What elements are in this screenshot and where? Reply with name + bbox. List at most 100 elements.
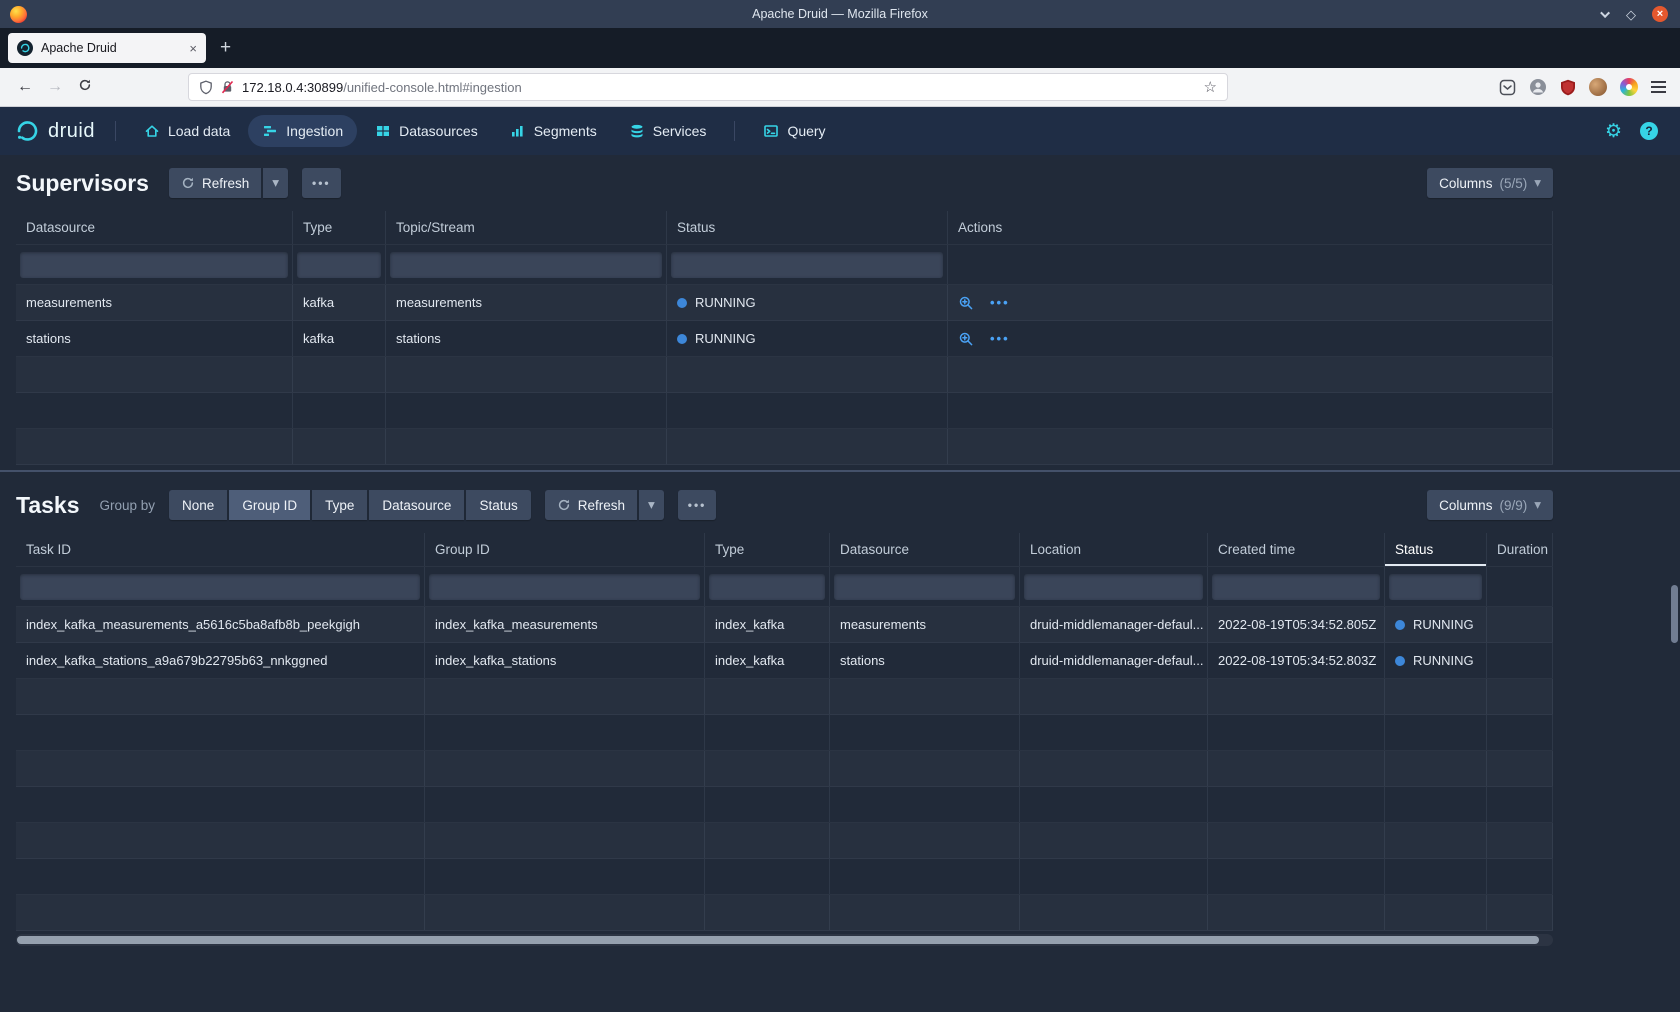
url-bar[interactable]: 172.18.0.4:30899/unified-console.html#in…	[188, 73, 1228, 101]
inspect-magnifier-icon[interactable]	[958, 331, 974, 347]
row-more-icon[interactable]: •••	[990, 331, 1010, 346]
filter-datasource-input[interactable]	[20, 252, 288, 278]
nav-datasources[interactable]: Datasources	[361, 115, 492, 147]
druid-logo[interactable]: druid	[14, 118, 95, 144]
horizontal-scrollbar-thumb[interactable]	[17, 936, 1539, 944]
inspect-magnifier-icon[interactable]	[958, 295, 974, 311]
empty-cell	[830, 679, 1020, 714]
minimize-button[interactable]	[1603, 11, 1610, 18]
group-by-status-button[interactable]: Status	[466, 490, 530, 520]
empty-cell	[830, 751, 1020, 786]
tasks-refresh-button[interactable]: Refresh	[545, 490, 637, 520]
shield-icon[interactable]	[199, 80, 213, 95]
empty-cell	[1208, 715, 1385, 750]
nav-ingestion[interactable]: Ingestion	[248, 115, 357, 147]
column-header-topic[interactable]: Topic/Stream	[386, 211, 667, 244]
empty-cell	[425, 787, 705, 822]
empty-cell	[705, 787, 830, 822]
group-by-none-button[interactable]: None	[169, 490, 227, 520]
maximize-button[interactable]: ◇	[1626, 8, 1636, 21]
column-header-datasource[interactable]: Datasource	[16, 211, 293, 244]
section-splitter[interactable]	[0, 465, 1680, 477]
filter-location-input[interactable]	[1024, 574, 1203, 600]
empty-cell	[16, 429, 293, 464]
bookmark-star-icon[interactable]: ☆	[1204, 78, 1217, 96]
column-header-task-id[interactable]: Task ID	[16, 533, 425, 566]
filter-status-input[interactable]	[671, 252, 943, 278]
nav-segments[interactable]: Segments	[496, 115, 611, 147]
empty-row	[16, 357, 1553, 393]
column-header-type[interactable]: Type	[293, 211, 386, 244]
supervisors-more-button[interactable]: •••	[302, 168, 341, 198]
nav-query[interactable]: Query	[749, 115, 839, 147]
empty-row	[16, 751, 1553, 787]
empty-row	[16, 787, 1553, 823]
filter-type-input[interactable]	[297, 252, 381, 278]
close-button[interactable]: ×	[1652, 6, 1668, 22]
empty-cell	[16, 859, 425, 894]
filter-status-input[interactable]	[1389, 574, 1482, 600]
empty-row	[16, 393, 1553, 429]
column-header-type[interactable]: Type	[705, 533, 830, 566]
column-header-status[interactable]: Status	[1385, 533, 1487, 566]
column-header-duration[interactable]: Duration	[1487, 533, 1553, 566]
tasks-table-head: Task ID Group ID Type Datasource Locatio…	[16, 533, 1553, 567]
horizontal-scrollbar[interactable]	[16, 934, 1553, 946]
browser-tab[interactable]: Apache Druid ×	[8, 33, 206, 63]
filter-topic-input[interactable]	[390, 252, 662, 278]
filter-type-input[interactable]	[709, 574, 825, 600]
nav-services[interactable]: Services	[615, 115, 721, 147]
filter-group-id-input[interactable]	[429, 574, 700, 600]
supervisors-section: Supervisors Refresh ▾ ••• Columns (5/5) …	[0, 155, 1680, 465]
reload-button[interactable]	[70, 78, 100, 97]
empty-cell	[830, 715, 1020, 750]
column-header-created-time[interactable]: Created time	[1208, 533, 1385, 566]
empty-cell	[830, 859, 1020, 894]
menu-button[interactable]	[1651, 81, 1666, 93]
supervisor-datasource: measurements	[16, 285, 293, 320]
supervisors-refresh-button[interactable]: Refresh	[169, 168, 261, 198]
forward-button[interactable]: →	[40, 78, 70, 96]
account-icon[interactable]	[1529, 78, 1547, 96]
supervisor-row: stations kafka stations RUNNING •••	[16, 321, 1553, 357]
settings-gear-icon[interactable]: ⚙	[1605, 120, 1622, 143]
filter-cell	[667, 245, 948, 284]
extension-pinwheel-icon[interactable]	[1620, 78, 1638, 96]
filter-datasource-input[interactable]	[834, 574, 1015, 600]
task-created-time: 2022-08-19T05:34:52.803Z	[1208, 643, 1385, 678]
empty-cell	[948, 429, 1553, 464]
nav-load-data[interactable]: Load data	[130, 115, 244, 147]
empty-cell	[16, 679, 425, 714]
profile-avatar[interactable]	[1589, 78, 1607, 96]
vertical-scrollbar[interactable]	[1671, 585, 1678, 643]
tasks-filter-row	[16, 567, 1553, 607]
group-by-group-id-button[interactable]: Group ID	[229, 490, 310, 520]
column-header-group-id[interactable]: Group ID	[425, 533, 705, 566]
column-header-location[interactable]: Location	[1020, 533, 1208, 566]
new-tab-button[interactable]: +	[220, 37, 231, 59]
tasks-more-button[interactable]: •••	[678, 490, 717, 520]
filter-created-time-input[interactable]	[1212, 574, 1380, 600]
supervisors-refresh-caret[interactable]: ▾	[263, 168, 288, 198]
insecure-lock-icon[interactable]	[221, 80, 234, 94]
ublock-icon[interactable]	[1560, 79, 1576, 96]
column-header-status[interactable]: Status	[667, 211, 948, 244]
group-by-datasource-button[interactable]: Datasource	[369, 490, 464, 520]
back-button[interactable]: ←	[10, 78, 40, 96]
tasks-columns-button[interactable]: Columns (9/9) ▾	[1427, 490, 1553, 520]
column-header-actions[interactable]: Actions	[948, 211, 1553, 244]
empty-cell	[667, 357, 948, 392]
column-header-datasource[interactable]: Datasource	[830, 533, 1020, 566]
tasks-refresh-caret[interactable]: ▾	[639, 490, 664, 520]
group-by-type-button[interactable]: Type	[312, 490, 367, 520]
header-actions: ⚙ ?	[1605, 120, 1666, 143]
empty-cell	[830, 895, 1020, 930]
tab-close-icon[interactable]: ×	[189, 41, 197, 56]
filter-task-id-input[interactable]	[20, 574, 420, 600]
row-more-icon[interactable]: •••	[990, 295, 1010, 310]
help-icon[interactable]: ?	[1640, 122, 1658, 140]
empty-cell	[1020, 823, 1208, 858]
empty-cell	[1487, 823, 1553, 858]
supervisors-columns-button[interactable]: Columns (5/5) ▾	[1427, 168, 1553, 198]
pocket-icon[interactable]	[1499, 79, 1516, 96]
